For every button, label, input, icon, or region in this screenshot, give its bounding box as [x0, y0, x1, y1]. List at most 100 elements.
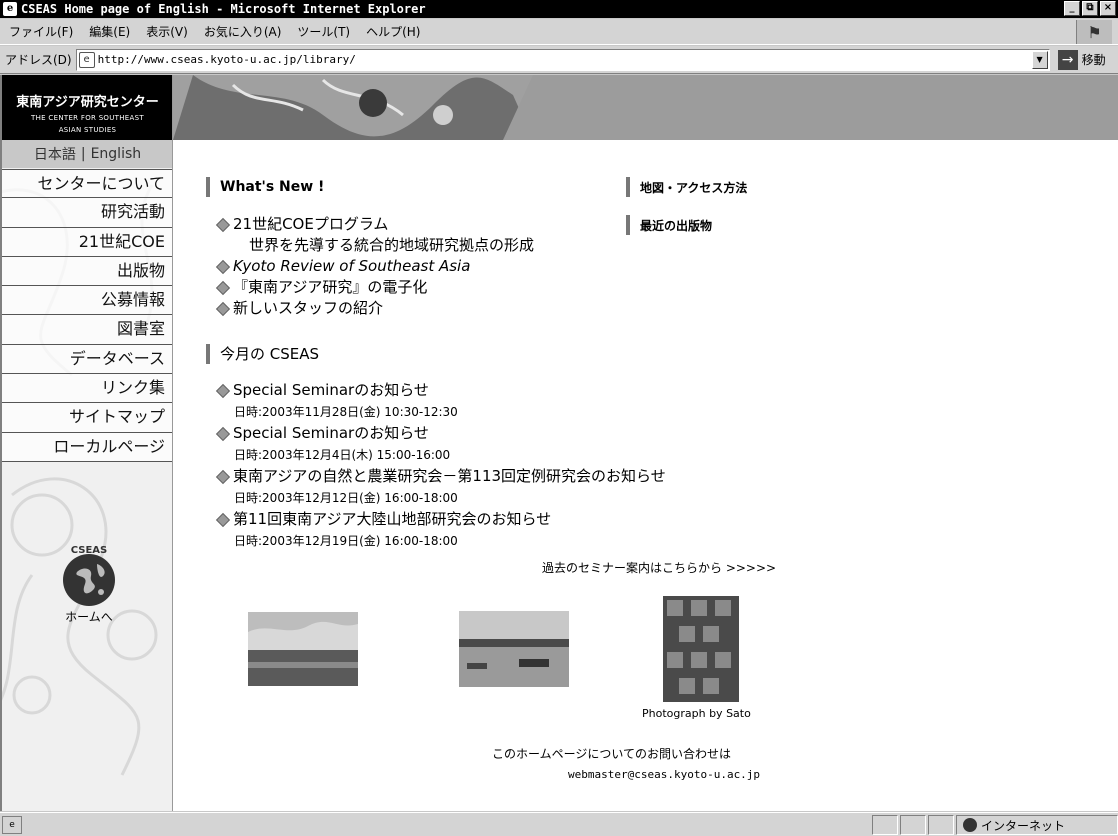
sidebar-item-about[interactable]: センターについて [2, 169, 172, 199]
center-logo[interactable]: 東南アジア研究センター THE CENTER FOR SOUTHEAST ASI… [2, 75, 172, 140]
news-item-kyoto-review[interactable]: Kyoto Review of Southeast Asia [215, 256, 534, 277]
seminar-date: 日時:2003年12月19日(金) 16:00-18:00 [234, 534, 458, 548]
news-list: 21世紀COEプログラム 世界を先導する統合的地域研究拠点の形成 Kyoto R… [215, 214, 534, 319]
sidebar-item-publications[interactable]: 出版物 [2, 256, 172, 287]
maximize-button[interactable]: ⧉ [1082, 1, 1098, 16]
news-new-staff: 新しいスタッフの紹介 [233, 299, 384, 317]
menu-favorites[interactable]: お気に入り(A) [196, 23, 290, 40]
seminar-link[interactable]: 東南アジアの自然と農業研究会－第113回定例研究会のお知らせ [215, 466, 666, 487]
photo-landscape [248, 612, 358, 686]
news-item-new-staff[interactable]: 新しいスタッフの紹介 [215, 298, 534, 319]
menu-bar: ファイル(F) 編集(E) 表示(V) お気に入り(A) ツール(T) ヘルプ(… [0, 19, 1118, 45]
diamond-bullet-icon [215, 383, 231, 399]
address-bar: アドレス(D) e http://www.cseas.kyoto-u.ac.jp… [0, 46, 1118, 74]
address-input[interactable]: e http://www.cseas.kyoto-u.ac.jp/library… [75, 48, 1050, 71]
menu-help[interactable]: ヘルプ(H) [358, 23, 428, 40]
sidebar-item-sitemap[interactable]: サイトマップ [2, 403, 172, 433]
menu-tools[interactable]: ツール(T) [289, 23, 358, 40]
banner-image [173, 75, 1118, 140]
news-kyoto-review: Kyoto Review of Southeast Asia [233, 257, 471, 275]
zone-label: インターネット [981, 818, 1066, 833]
news-digitization: 『東南アジア研究』の電子化 [233, 278, 428, 296]
seminar-title: 東南アジアの自然と農業研究会－第113回定例研究会のお知らせ [233, 467, 666, 485]
address-dropdown-button[interactable]: ▼ [1031, 50, 1048, 69]
diamond-bullet-icon [215, 217, 231, 233]
recent-publications-heading[interactable]: 最近の出版物 [626, 215, 712, 235]
sidebar-item-local[interactable]: ローカルページ [2, 432, 172, 462]
seminar-link[interactable]: Special Seminarのお知らせ [215, 380, 666, 401]
seminar-entry: Special Seminarのお知らせ 日時:2003年11月28日(金) 1… [215, 380, 666, 423]
seminar-title: 第11回東南アジア大陸山地部研究会のお知らせ [233, 510, 552, 528]
heading-bar [206, 177, 210, 197]
diamond-bullet-icon [215, 469, 231, 485]
seminar-date: 日時:2003年12月4日(木) 15:00-16:00 [234, 448, 451, 462]
heading-bar [206, 343, 210, 364]
windows-flag-icon: ⚑ [1076, 20, 1112, 44]
past-seminars-link[interactable]: 過去のセミナー案内はこちらから >>>>> [542, 559, 776, 576]
go-button[interactable]: → 移動 [1057, 49, 1106, 70]
go-arrow-icon: → [1057, 49, 1078, 70]
page-content: 東南アジア研究センター THE CENTER FOR SOUTHEAST ASI… [0, 75, 1118, 811]
home-label: ホームへ [65, 610, 113, 624]
news-item-digitization[interactable]: 『東南アジア研究』の電子化 [215, 277, 534, 298]
photo-textile [663, 596, 739, 702]
status-cell [872, 815, 898, 835]
lang-separator: | [80, 146, 86, 162]
home-link[interactable]: CSEAS ホームへ [54, 545, 124, 625]
map-access-link: 地図・アクセス方法 [640, 180, 748, 195]
seminar-date: 日時:2003年12月12日(金) 16:00-18:00 [234, 491, 458, 505]
webmaster-email-link[interactable]: webmaster@cseas.kyoto-u.ac.jp [568, 768, 760, 781]
diamond-bullet-icon [215, 301, 231, 317]
seminar-entry: Special Seminarのお知らせ 日時:2003年12月4日(木) 15… [215, 423, 666, 466]
sidebar-nav: センターについて 研究活動 21世紀COE 出版物 公募情報 図書室 データベー… [2, 169, 172, 462]
security-zone: インターネット [956, 815, 1118, 835]
header-banner [173, 75, 1118, 140]
seminar-entry: 第11回東南アジア大陸山地部研究会のお知らせ 日時:2003年12月19日(金)… [215, 509, 666, 552]
address-label: アドレス(D) [5, 53, 72, 67]
page-status-icon: e [2, 815, 22, 834]
sidebar-item-database[interactable]: データベース [2, 344, 172, 375]
title-bar: e CSEAS Home page of English - Microsoft… [0, 0, 1118, 18]
globe-icon [63, 554, 115, 606]
contact-text: このホームページについてのお問い合わせは [492, 747, 732, 761]
logo-japanese: 東南アジア研究センター [16, 95, 159, 110]
lang-english-link[interactable]: English [91, 146, 142, 162]
menu-file[interactable]: ファイル(F) [0, 23, 81, 40]
whats-new-title: What's New ! [220, 179, 325, 195]
heading-bar [626, 177, 630, 197]
month-heading: 今月の CSEAS [206, 343, 319, 364]
status-cell [928, 815, 954, 835]
window-controls: _ ⧉ × [1064, 1, 1116, 16]
logo-english-line-2: ASIAN STUDIES [58, 126, 117, 134]
page-icon: e [78, 51, 95, 68]
sidebar-item-research[interactable]: 研究活動 [2, 198, 172, 228]
internet-globe-icon [963, 818, 977, 832]
status-cells: インターネット [870, 815, 1118, 835]
month-title: 今月の CSEAS [220, 345, 320, 363]
menu-edit[interactable]: 編集(E) [81, 23, 138, 40]
minimize-button[interactable]: _ [1064, 1, 1080, 16]
recent-publications-link: 最近の出版物 [640, 218, 713, 233]
diamond-bullet-icon [215, 426, 231, 442]
map-access-heading[interactable]: 地図・アクセス方法 [626, 177, 747, 197]
diamond-bullet-icon [215, 259, 231, 275]
sidebar-item-links[interactable]: リンク集 [2, 374, 172, 404]
go-label: 移動 [1081, 53, 1106, 67]
news-item-coe[interactable]: 21世紀COEプログラム 世界を先導する統合的地域研究拠点の形成 [215, 214, 534, 256]
photo-river [459, 611, 569, 687]
address-url: http://www.cseas.kyoto-u.ac.jp/library/ [97, 53, 356, 66]
seminar-entry: 東南アジアの自然と農業研究会－第113回定例研究会のお知らせ 日時:2003年1… [215, 466, 666, 509]
seminar-title: Special Seminarのお知らせ [233, 381, 429, 399]
sidebar-item-recruitment[interactable]: 公募情報 [2, 286, 172, 316]
whats-new-heading: What's New ! [206, 177, 324, 197]
lang-japanese-link[interactable]: 日本語 [34, 144, 76, 164]
seminar-list: Special Seminarのお知らせ 日時:2003年11月28日(金) 1… [215, 380, 666, 552]
photo-caption: Photograph by Sato [642, 707, 751, 720]
seminar-link[interactable]: 第11回東南アジア大陸山地部研究会のお知らせ [215, 509, 666, 530]
sidebar-item-coe[interactable]: 21世紀COE [2, 227, 172, 257]
close-button[interactable]: × [1100, 1, 1116, 16]
sidebar-item-library[interactable]: 図書室 [2, 315, 172, 345]
seminar-link[interactable]: Special Seminarのお知らせ [215, 423, 666, 444]
menu-view[interactable]: 表示(V) [138, 23, 196, 40]
language-switch: 日本語 | English [2, 140, 172, 168]
